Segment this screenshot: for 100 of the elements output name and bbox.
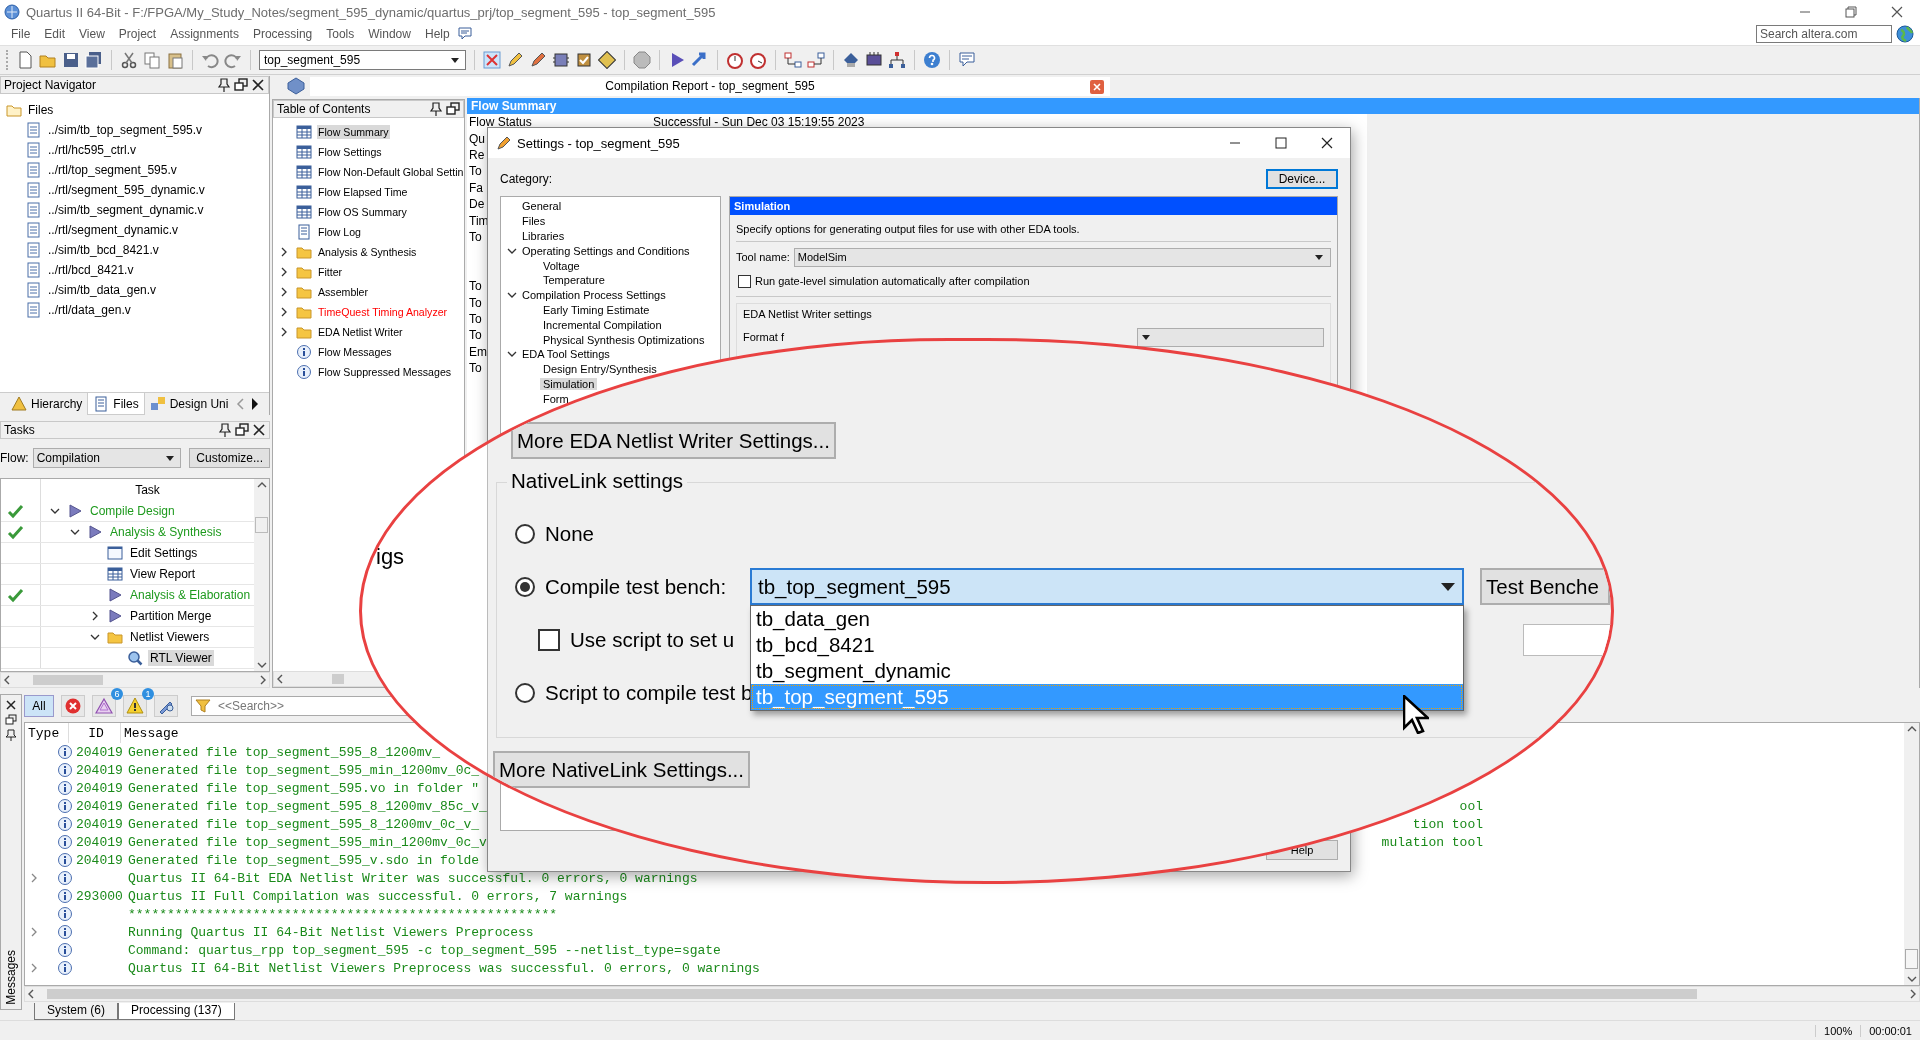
table-cell: To — [469, 361, 482, 376]
task-item[interactable]: Partition Merge — [128, 608, 214, 625]
task-item[interactable]: View Report — [128, 566, 198, 583]
dropdown-option[interactable]: tb_segment_dynamic — [751, 658, 1463, 684]
tool-name-dropdown[interactable]: ModelSim — [793, 247, 1331, 267]
tab[interactable]: Processing (137) — [118, 1003, 235, 1021]
table-cell: De — [469, 197, 485, 212]
settings-button[interactable]: More NativeLink Settings... — [493, 751, 750, 788]
category-item[interactable]: Incremental Compilation — [540, 318, 665, 331]
customize-button[interactable]: Customize... — [189, 448, 270, 469]
report-item[interactable]: TimeQuest Timing Analyzer — [317, 305, 449, 320]
search-field[interactable]: Search altera.com — [1756, 25, 1892, 44]
source-path[interactable]: ../rtl/segment_595_dynamic.v — [48, 183, 205, 198]
source-path[interactable]: ../rtl/bcd_8421.v — [48, 263, 134, 278]
source-path[interactable]: ../rtl/top_segment_595.v — [48, 163, 177, 178]
menu-item[interactable]: Help — [417, 27, 457, 42]
tab[interactable]: Hierarchy — [6, 393, 88, 415]
test-benches-button[interactable]: Test Benche — [1480, 568, 1610, 605]
message-text: ******************************************************* — [128, 906, 558, 922]
test-bench-dropdown[interactable]: tb_top_segment_595 — [750, 568, 1464, 605]
checkbox-label: Run gate-level simulation automatically after compilation — [755, 275, 1030, 287]
category-item[interactable]: Form — [540, 392, 572, 405]
source-path[interactable]: ../rtl/segment_dynamic.v — [48, 223, 179, 238]
message-text: Generated file top_segment_595_min_1200mv_0c_ — [128, 762, 480, 778]
report-item[interactable]: Flow OS Summary — [317, 205, 408, 220]
message-id: 204019 — [76, 798, 123, 814]
menu-item[interactable]: Project — [111, 27, 164, 42]
report-item[interactable]: Flow Messages — [317, 345, 393, 360]
flow-dropdown[interactable]: Compilation — [32, 448, 182, 469]
column-header[interactable]: ID — [69, 723, 121, 744]
category-item[interactable]: Files — [519, 215, 549, 228]
table-cell: To — [469, 312, 482, 326]
category-item[interactable]: General — [519, 200, 565, 213]
message-text: Running Quartus II 64-Bit Netlist Viewers Preprocess — [128, 924, 534, 940]
source-path[interactable]: ../sim/tb_top_segment_595.v — [48, 123, 203, 138]
task-item[interactable]: Analysis & Elaboration — [128, 587, 253, 604]
source-path[interactable]: ../sim/tb_bcd_8421.v — [48, 243, 159, 258]
message-id: 293000 — [76, 888, 123, 904]
report-item[interactable]: Fitter — [317, 265, 344, 280]
dialog-title: Settings - top_segment_595 — [517, 135, 680, 151]
report-item[interactable]: Flow Settings — [317, 145, 383, 160]
report-item[interactable]: Flow Non-Default Global Settin — [317, 165, 464, 180]
tab[interactable]: Compilation Report - top_segment_595 — [310, 76, 1110, 96]
source-path[interactable]: ../rtl/hc595_ctrl.v — [48, 143, 137, 158]
message-id: 204019 — [76, 834, 123, 850]
tab[interactable]: Files — [87, 393, 145, 416]
source-path[interactable]: ../sim/tb_segment_dynamic.v — [48, 203, 204, 218]
device-button[interactable]: Device... — [1266, 169, 1338, 189]
dropdown-option[interactable]: tb_bcd_8421 — [751, 632, 1463, 658]
table-cell: To — [469, 328, 482, 343]
filter-button[interactable]: All — [24, 695, 54, 718]
source-path[interactable]: ../rtl/data_gen.v — [48, 303, 131, 318]
menu-item[interactable]: Processing — [245, 27, 320, 42]
category-item[interactable]: Simulation — [540, 377, 598, 390]
radio-label: None — [545, 521, 594, 546]
menu-item[interactable]: Window — [361, 27, 418, 42]
tab[interactable]: Design Uni — [144, 393, 234, 415]
menu-item[interactable]: View — [72, 27, 112, 42]
message-text: Generated file top_segment_595_min_1200mv_0c_v — [128, 834, 487, 850]
menu-item[interactable]: File — [4, 27, 38, 42]
table-cell: To — [469, 230, 482, 245]
category-item[interactable]: Early Timing Estimate — [540, 303, 653, 316]
tab[interactable]: System (6) — [34, 1003, 118, 1021]
menu-item[interactable]: Tools — [319, 27, 362, 42]
category-item[interactable]: Libraries — [519, 230, 568, 242]
report-item[interactable]: Assembler — [317, 285, 370, 300]
side-tab[interactable]: Messages — [4, 946, 18, 1010]
menu-item[interactable]: Edit — [37, 27, 73, 42]
report-item[interactable]: Flow Suppressed Messages — [317, 365, 453, 380]
table-cell: To — [469, 279, 482, 294]
task-item[interactable]: Compile Design — [88, 503, 177, 520]
message-text: Generated file top_segment_595_8_1200mv_ — [128, 744, 441, 760]
category-item[interactable]: Operating Settings and Conditions — [519, 244, 693, 257]
window-title: Quartus II 64-Bit - F:/FPGA/My_Study_Notes/segment_595_dynamic/quartus_prj/top_segment_595 - top_segment_595 — [26, 4, 716, 20]
task-item[interactable]: Netlist Viewers — [128, 629, 212, 646]
project-dropdown[interactable]: top_segment_595 — [259, 49, 466, 70]
message-text: mulation tool — [1381, 834, 1483, 850]
task-item[interactable]: Analysis & Synthesis — [108, 524, 224, 541]
menu-item[interactable]: Assignments — [163, 27, 246, 42]
category-item[interactable]: EDA Tool Settings — [519, 348, 613, 361]
report-item[interactable]: Flow Summary — [317, 125, 390, 140]
column-header[interactable]: Type — [25, 723, 69, 744]
category-item[interactable]: Voltage — [540, 259, 583, 272]
settings-button[interactable]: More EDA Netlist Writer Settings... — [511, 422, 836, 459]
category-item[interactable]: Physical Synthesis Optimizations — [540, 333, 708, 346]
category-item[interactable]: Compilation Process Settings — [519, 289, 669, 302]
report-item[interactable]: Flow Elapsed Time — [317, 185, 409, 200]
table-cell: Fa — [469, 180, 483, 195]
panel-title: Table of Contents — [277, 102, 371, 117]
column-header[interactable]: Task — [41, 483, 254, 498]
report-item[interactable]: Analysis & Synthesis — [317, 245, 418, 260]
report-item[interactable]: Flow Log — [317, 225, 362, 240]
folder-label[interactable]: Files — [28, 103, 54, 118]
dropdown-option[interactable]: tb_data_gen — [751, 606, 1463, 632]
category-item[interactable]: Design Entry/Synthesis — [540, 363, 660, 376]
task-item[interactable]: RTL Viewer — [148, 650, 214, 667]
task-item[interactable]: Edit Settings — [128, 545, 200, 562]
report-item[interactable]: EDA Netlist Writer — [317, 325, 404, 340]
source-path[interactable]: ../sim/tb_data_gen.v — [48, 283, 157, 298]
category-item[interactable]: Temperature — [540, 274, 608, 287]
